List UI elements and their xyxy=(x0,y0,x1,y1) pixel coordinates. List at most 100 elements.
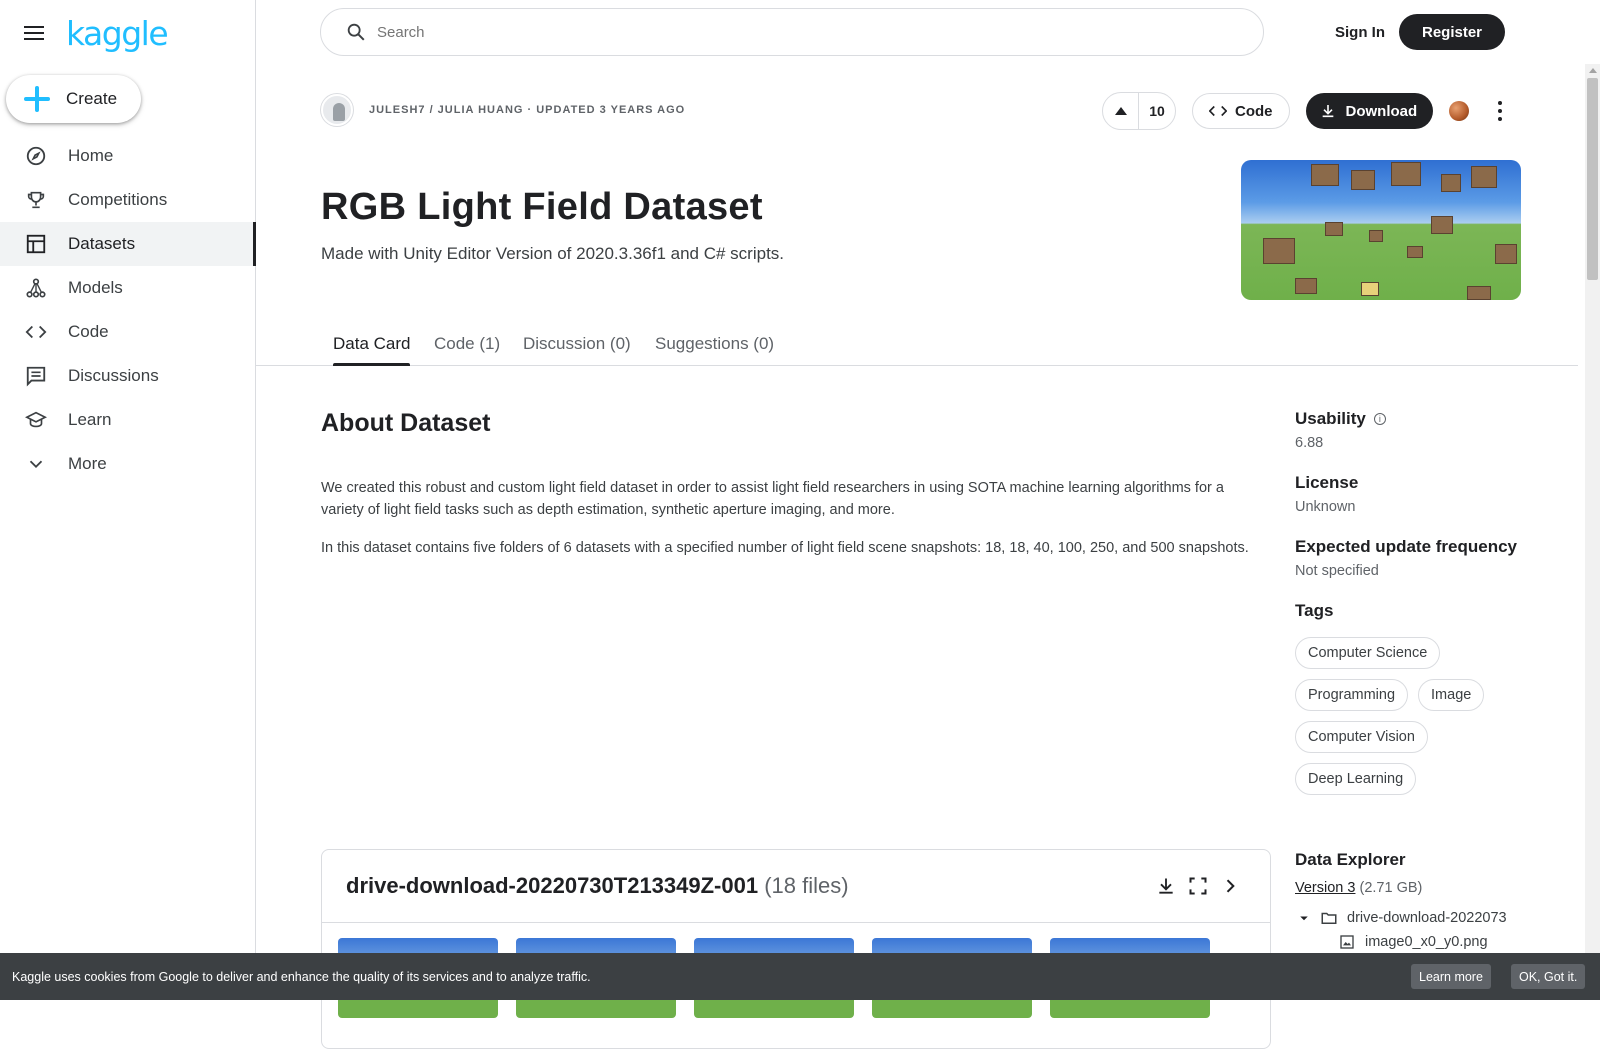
scroll-up-arrow[interactable] xyxy=(1589,68,1597,73)
sidebar-item-discussions[interactable]: Discussions xyxy=(0,354,256,398)
version-size: (2.71 GB) xyxy=(1359,880,1423,896)
tier-ring xyxy=(323,96,351,124)
about-paragraph-2: In this dataset contains five folders of… xyxy=(321,540,1249,556)
tab-suggestions[interactable]: Suggestions (0) xyxy=(655,320,774,366)
sidebar-item-competitions[interactable]: Competitions xyxy=(0,178,256,222)
main-content: JULESH7 / JULIA HUANG · UPDATED 3 YEARS … xyxy=(256,64,1578,1049)
download-button-label: Download xyxy=(1345,102,1418,120)
update-frequency-value: Not specified xyxy=(1295,563,1379,579)
upvote-button[interactable] xyxy=(1103,93,1139,129)
scrollbar-thumb[interactable] xyxy=(1587,78,1598,280)
tag-chip[interactable]: Image xyxy=(1418,679,1485,711)
dataset-cover-image xyxy=(1241,160,1521,300)
chevron-right-icon[interactable] xyxy=(1220,876,1242,898)
license-value: Unknown xyxy=(1295,499,1356,515)
code-button[interactable]: Code xyxy=(1192,93,1290,129)
tags-label: Tags xyxy=(1295,601,1334,620)
sidebar-item-models[interactable]: Models xyxy=(0,266,256,310)
sidebar-item-label: Competitions xyxy=(68,190,168,209)
cookie-message: Kaggle uses cookies from Google to deliv… xyxy=(12,969,591,984)
sign-in-button[interactable]: Sign In xyxy=(1312,14,1408,50)
download-button[interactable]: Download xyxy=(1305,93,1434,129)
tag-chip[interactable]: Computer Science xyxy=(1295,637,1441,669)
usability-label: Usability xyxy=(1295,409,1366,428)
metadata-panel: Usability i 6.88 License Unknown Expected… xyxy=(1295,409,1525,827)
comments-icon xyxy=(24,364,48,388)
caret-up-icon xyxy=(1114,107,1127,115)
models-icon xyxy=(24,276,48,300)
sidebar-item-more[interactable]: More xyxy=(0,442,256,486)
sidebar-item-label: Learn xyxy=(68,410,112,429)
menu-icon[interactable] xyxy=(24,22,48,42)
vote-widget: 10 xyxy=(1102,92,1176,130)
cookie-banner: Kaggle uses cookies from Google to deliv… xyxy=(0,953,1600,1000)
register-button[interactable]: Register xyxy=(1399,14,1505,50)
search-input[interactable] xyxy=(377,23,1227,41)
sidebar-item-learn[interactable]: Learn xyxy=(0,398,256,442)
file-preview-card: drive-download-20220730T213349Z-001 (18 … xyxy=(321,849,1271,1049)
file-card-toolbar xyxy=(1146,876,1242,898)
table-icon xyxy=(24,232,48,256)
create-label: Create xyxy=(66,89,118,108)
tab-code[interactable]: Code (1) xyxy=(434,320,500,366)
dataset-actions: 10 Code Download xyxy=(1102,92,1503,130)
owner-line[interactable]: JULESH7 / JULIA HUANG · UPDATED 3 YEARS … xyxy=(369,104,685,116)
download-icon[interactable] xyxy=(1156,876,1178,898)
school-icon xyxy=(24,408,48,432)
about-paragraph-1: We created this robust and custom light … xyxy=(321,480,1224,518)
user-avatar-icon[interactable] xyxy=(1449,101,1470,121)
code-icon xyxy=(24,320,48,344)
sidebar-item-code[interactable]: Code xyxy=(0,310,256,354)
dataset-tabs: Data Card Code (1) Discussion (0) Sugges… xyxy=(256,320,1578,366)
code-icon xyxy=(1209,105,1227,117)
create-button[interactable]: Create xyxy=(6,75,141,123)
sidebar-item-home[interactable]: Home xyxy=(0,134,256,178)
tree-folder-label: drive-download-2022073 xyxy=(1347,910,1507,926)
tag-list: Computer Science Programming Image Compu… xyxy=(1295,637,1525,805)
tree-file-row[interactable]: image0_x0_y0.png xyxy=(1295,930,1525,954)
file-count: (18 files) xyxy=(764,873,849,898)
sidebar-item-label: Home xyxy=(68,146,114,165)
trophy-icon xyxy=(24,188,48,212)
kaggle-logo[interactable]: kaggle xyxy=(66,14,169,53)
sidebar-item-datasets[interactable]: Datasets xyxy=(0,222,256,266)
info-icon[interactable]: i xyxy=(1373,413,1386,425)
tag-chip[interactable]: Deep Learning xyxy=(1295,763,1417,795)
tab-data-card[interactable]: Data Card xyxy=(333,320,411,366)
tree-file-label: image0_x0_y0.png xyxy=(1365,934,1488,950)
sidebar-item-label: Datasets xyxy=(68,234,136,253)
page-scrollbar[interactable] xyxy=(1585,64,1600,1000)
dataset-title: RGB Light Field Dataset xyxy=(321,186,763,228)
license-label: License xyxy=(1295,473,1359,492)
search-bar[interactable] xyxy=(320,8,1264,56)
sidebar-item-label: More xyxy=(68,454,107,473)
data-explorer-heading: Data Explorer xyxy=(1295,850,1406,869)
ok-got-it-button[interactable]: OK, Got it. xyxy=(1511,964,1586,989)
tag-chip[interactable]: Computer Vision xyxy=(1295,721,1428,753)
tab-discussion[interactable]: Discussion (0) xyxy=(523,320,631,366)
download-icon xyxy=(1322,105,1333,118)
top-bar: Sign In Register xyxy=(256,0,1600,64)
file-folder-name: drive-download-20220730T213349Z-001 xyxy=(346,873,759,898)
vote-count[interactable]: 10 xyxy=(1139,93,1175,129)
sidebar-item-label: Models xyxy=(68,278,123,297)
data-explorer: Data Explorer Version 3 (2.71 GB) drive-… xyxy=(1295,850,1525,954)
owner-info: JULESH7 / JULIA HUANG · UPDATED 3 YEARS … xyxy=(321,94,685,126)
sidebar: kaggle Create Home Competitions Datasets… xyxy=(0,0,256,1000)
fullscreen-icon[interactable] xyxy=(1188,876,1210,898)
compass-icon xyxy=(24,144,48,168)
sidebar-nav: Home Competitions Datasets Models Code D… xyxy=(0,134,256,486)
caret-down-icon[interactable] xyxy=(1295,909,1313,927)
learn-more-button[interactable]: Learn more xyxy=(1411,964,1491,989)
chevron-down-icon xyxy=(24,452,48,476)
tree-folder-row[interactable]: drive-download-2022073 xyxy=(1295,906,1525,930)
version-link[interactable]: Version 3 xyxy=(1295,880,1355,896)
avatar[interactable] xyxy=(321,94,353,126)
dataset-subtitle: Made with Unity Editor Version of 2020.3… xyxy=(321,244,785,263)
update-frequency-label: Expected update frequency xyxy=(1295,537,1518,556)
divider xyxy=(322,922,1270,923)
tag-chip[interactable]: Programming xyxy=(1295,679,1409,711)
more-options-icon[interactable] xyxy=(1497,101,1503,121)
sidebar-item-label: Code xyxy=(68,322,109,341)
image-icon xyxy=(1340,935,1354,949)
